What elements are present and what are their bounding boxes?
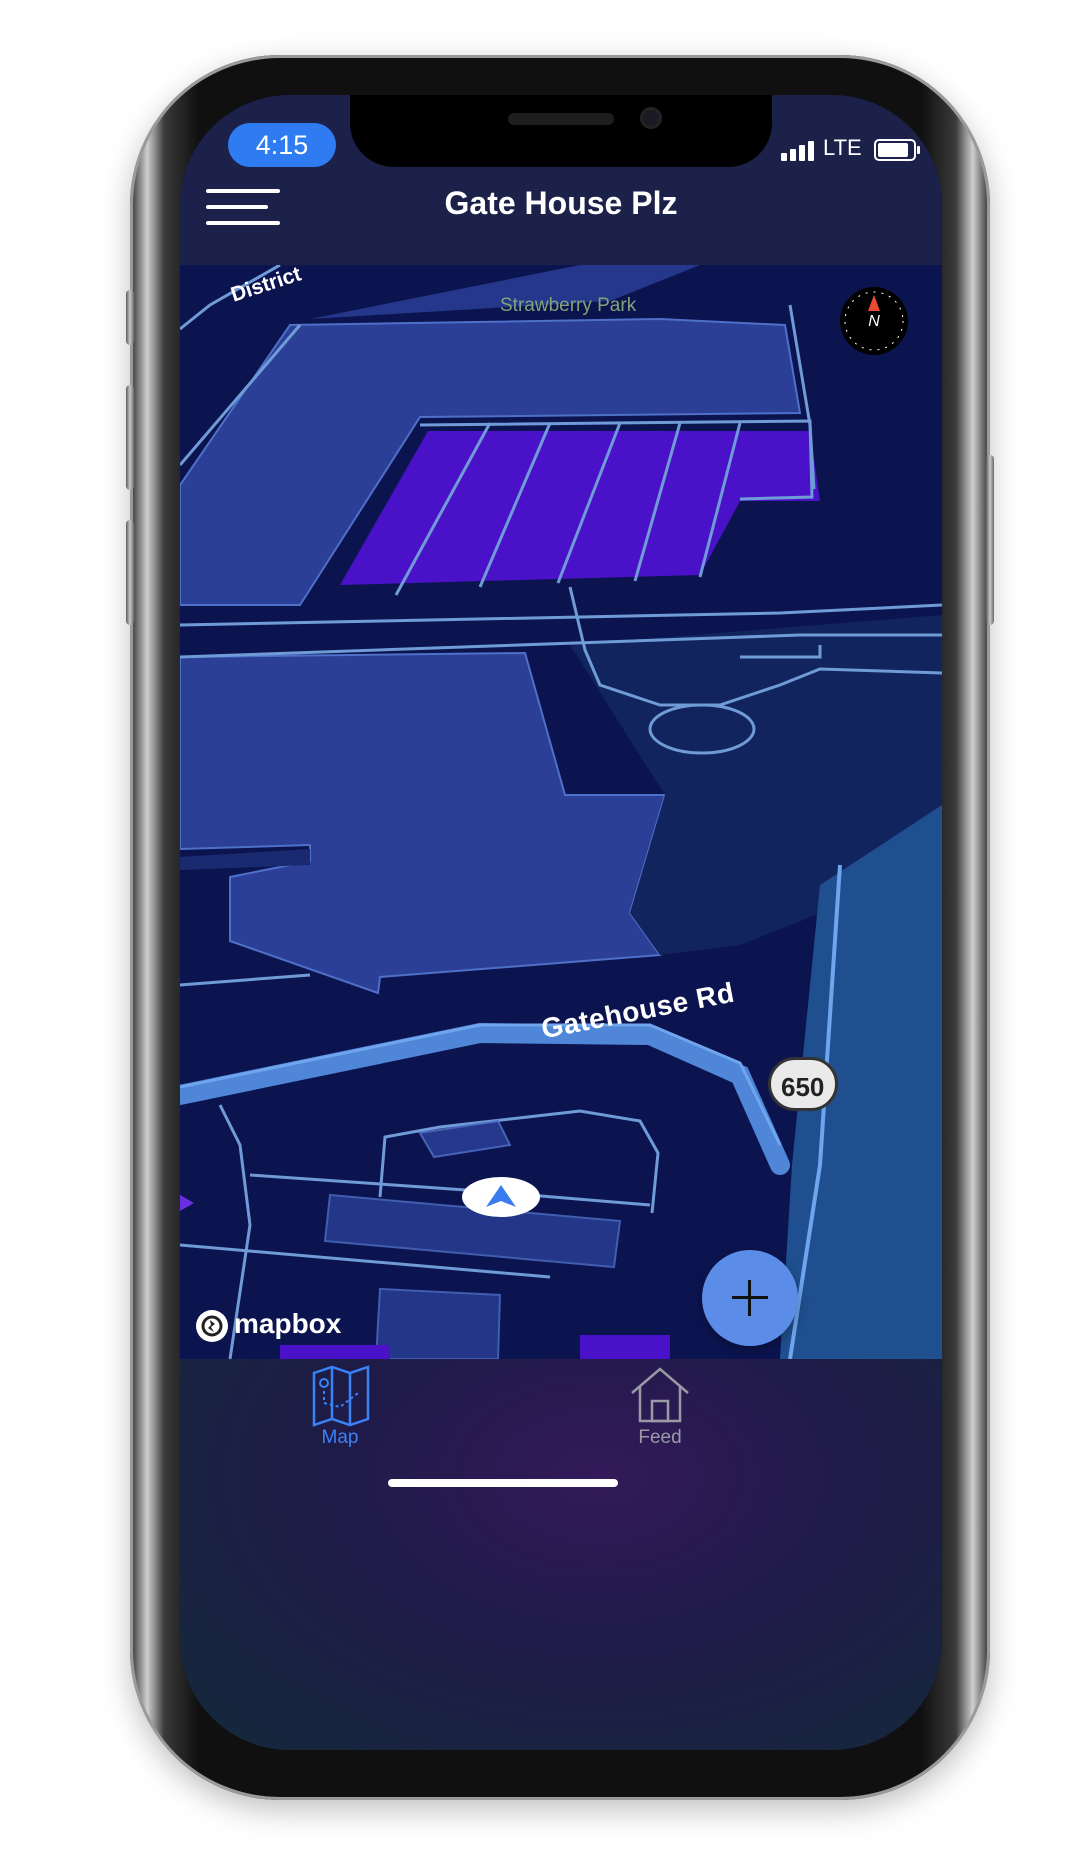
add-button[interactable] xyxy=(702,1250,798,1346)
status-bar: 4:15 LTE xyxy=(180,95,942,175)
network-label: LTE xyxy=(823,135,862,160)
house-icon xyxy=(631,1367,689,1423)
power-button xyxy=(986,455,994,625)
map-canvas xyxy=(180,265,942,1359)
tab-map-label: Map xyxy=(321,1427,359,1448)
speaker xyxy=(508,113,614,125)
compass-icon[interactable]: N xyxy=(840,287,908,355)
tab-map[interactable]: Map xyxy=(280,1359,400,1449)
home-indicator[interactable] xyxy=(388,1479,618,1487)
map-view[interactable]: Strawberry Park District Gatehouse Rd 65… xyxy=(180,265,942,1359)
navigation-bar: Gate House Plz xyxy=(180,175,942,265)
phone-screen: 4:15 LTE Gate House Plz Strawberry Park … xyxy=(180,95,942,1750)
mapbox-wordmark: mapbox xyxy=(234,1308,342,1339)
mapbox-logo-icon xyxy=(196,1310,228,1342)
navigation-arrow-icon[interactable] xyxy=(462,1177,540,1217)
battery-icon xyxy=(874,139,920,161)
poi-label: Strawberry Park xyxy=(500,295,637,316)
volume-up-button xyxy=(126,385,134,490)
tab-feed[interactable]: Feed xyxy=(600,1359,720,1449)
notch xyxy=(350,95,772,167)
folded-map-icon xyxy=(312,1365,370,1427)
tab-feed-label: Feed xyxy=(638,1427,682,1448)
mute-switch xyxy=(126,290,134,345)
time-pill: 4:15 xyxy=(228,123,336,167)
status-time: 4:15 xyxy=(255,130,309,160)
signal-bars-icon xyxy=(781,139,821,161)
compass-north-label: N xyxy=(868,313,880,330)
volume-down-button xyxy=(126,520,134,625)
tab-bar: Map Feed xyxy=(180,1359,942,1750)
front-camera xyxy=(640,107,662,129)
route-shield: 650 xyxy=(768,1057,838,1111)
page-title: Gate House Plz xyxy=(444,185,678,221)
